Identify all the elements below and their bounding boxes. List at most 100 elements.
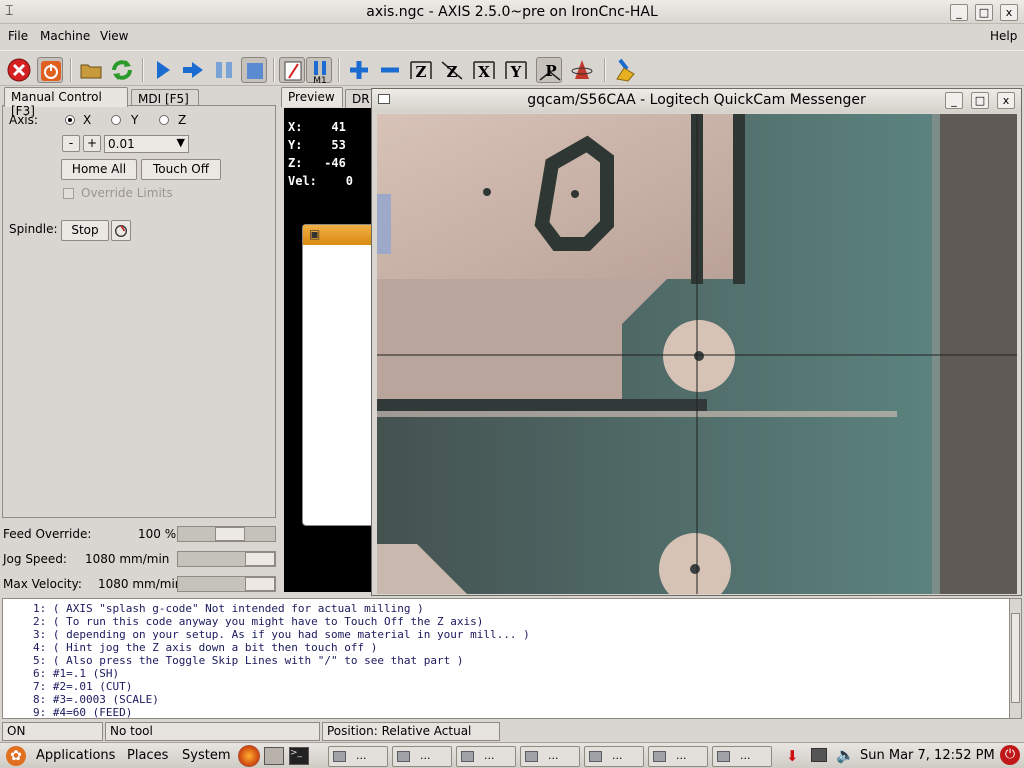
rotate-icon[interactable] bbox=[569, 57, 595, 83]
gcode-line: 3: ( depending on your setup. As if you … bbox=[33, 628, 530, 641]
task-button[interactable]: ... bbox=[712, 746, 772, 767]
menu-places[interactable]: Places bbox=[127, 748, 168, 763]
gnome-foot-icon: ✿ bbox=[6, 746, 26, 766]
touch-off-button[interactable]: Touch Off bbox=[141, 159, 221, 180]
menu-help[interactable]: Help bbox=[990, 29, 1017, 43]
background-dialog-titlebar: ▣ bbox=[303, 225, 375, 245]
clear-plot-icon[interactable] bbox=[612, 57, 638, 83]
camera-feed bbox=[377, 114, 1017, 594]
camera-window: gqcam/S56CAA - Logitech QuickCam Messeng… bbox=[371, 88, 1022, 596]
dro-z: Z: -46 bbox=[288, 156, 346, 170]
terminal-icon[interactable]: >_ bbox=[289, 747, 309, 765]
override-limits-checkbox[interactable] bbox=[63, 188, 74, 199]
reload-icon[interactable] bbox=[109, 57, 135, 83]
minimize-button[interactable]: _ bbox=[950, 4, 968, 21]
menu-applications[interactable]: Applications bbox=[36, 748, 115, 763]
menu-system[interactable]: System bbox=[182, 748, 230, 763]
jog-speed-slider[interactable] bbox=[177, 551, 276, 567]
gcode-line: 1: ( AXIS "splash g-code" Not intended f… bbox=[33, 602, 424, 615]
camera-window-menu-icon[interactable] bbox=[378, 94, 390, 104]
axis-z-label: Z bbox=[178, 113, 187, 127]
view-y-icon[interactable]: Y bbox=[503, 57, 529, 83]
clock[interactable]: Sun Mar 7, 12:52 PM bbox=[860, 748, 995, 763]
feed-override-label: Feed Override: bbox=[3, 527, 92, 541]
gcode-scrollbar-thumb[interactable] bbox=[1011, 613, 1020, 703]
shutdown-icon[interactable]: ⏻ bbox=[1000, 745, 1020, 765]
camera-icon: ▣ bbox=[309, 227, 321, 241]
pause-icon[interactable] bbox=[211, 57, 237, 83]
gcode-scrollbar[interactable] bbox=[1009, 599, 1021, 718]
title-bar: ⌶ axis.ngc - AXIS 2.5.0~pre on IronCnc-H… bbox=[0, 0, 1024, 24]
task-button[interactable]: ... bbox=[584, 746, 644, 767]
maximize-button[interactable]: □ bbox=[975, 4, 993, 21]
jog-speed-label: Jog Speed: bbox=[3, 552, 67, 566]
zoom-in-icon[interactable] bbox=[346, 57, 372, 83]
jog-minus-button[interactable]: - bbox=[62, 135, 80, 152]
camera-close-button[interactable]: x bbox=[997, 92, 1015, 109]
view-z-icon[interactable]: Z bbox=[408, 57, 434, 83]
svg-text:X: X bbox=[478, 63, 490, 81]
spindle-label: Spindle: bbox=[9, 222, 58, 236]
dro-y: Y: 53 bbox=[288, 138, 346, 152]
feed-override-slider[interactable] bbox=[177, 526, 276, 542]
jog-speed-thumb[interactable] bbox=[245, 552, 275, 566]
increment-select[interactable]: 0.01 ▼ bbox=[104, 135, 189, 153]
stop-icon[interactable] bbox=[241, 57, 267, 83]
position-status: Position: Relative Actual bbox=[322, 722, 500, 741]
taskbar: ✿ Applications Places System >_ ... ... … bbox=[0, 742, 1024, 768]
task-button[interactable]: ... bbox=[456, 746, 516, 767]
volume-icon[interactable]: 🔈 bbox=[836, 746, 855, 764]
axis-x-radio[interactable] bbox=[65, 115, 75, 125]
max-velocity-label: Max Velocity: bbox=[3, 577, 82, 591]
task-button[interactable]: ... bbox=[648, 746, 708, 767]
step-icon[interactable] bbox=[180, 57, 206, 83]
svg-text:Z: Z bbox=[447, 63, 458, 81]
gcode-line: 4: ( Hint jog the Z axis down a bit then… bbox=[33, 641, 378, 654]
max-velocity-slider[interactable] bbox=[177, 576, 276, 592]
zoom-out-icon[interactable] bbox=[377, 57, 403, 83]
jog-plus-button[interactable]: + bbox=[83, 135, 101, 152]
manual-control-panel: Axis: X Y Z - + 0.01 ▼ Home All Touch Of… bbox=[2, 105, 276, 518]
power-icon[interactable] bbox=[37, 57, 63, 83]
tab-preview[interactable]: Preview bbox=[281, 87, 343, 107]
tool-status: No tool bbox=[105, 722, 320, 741]
camera-minimize-button[interactable]: _ bbox=[945, 92, 963, 109]
gcode-line: 8: #3=.0003 (SCALE) bbox=[33, 693, 159, 706]
update-notifier-icon[interactable]: ⬇ bbox=[786, 747, 799, 765]
menu-view[interactable]: View bbox=[100, 29, 128, 43]
gcode-listing[interactable]: 1: ( AXIS "splash g-code" Not intended f… bbox=[2, 598, 1022, 719]
gcode-line: 9: #4=60 (FEED) bbox=[33, 706, 133, 719]
feed-override-thumb[interactable] bbox=[215, 527, 245, 541]
desktop-screen: { "window": {"title": "axis.ngc - AXIS 2… bbox=[0, 0, 1024, 768]
dro-vel: Vel: 0 bbox=[288, 174, 354, 188]
machine-state: ON bbox=[2, 722, 103, 741]
view-x-icon[interactable]: X bbox=[471, 57, 497, 83]
screenshot-launcher-icon[interactable] bbox=[264, 747, 284, 765]
network-icon[interactable] bbox=[811, 748, 827, 762]
axis-y-radio[interactable] bbox=[111, 115, 121, 125]
camera-maximize-button[interactable]: □ bbox=[971, 92, 989, 109]
run-icon[interactable] bbox=[150, 57, 176, 83]
axis-z-radio[interactable] bbox=[159, 115, 169, 125]
spindle-stop-button[interactable]: Stop bbox=[61, 220, 109, 241]
estop-icon[interactable] bbox=[6, 57, 32, 83]
override-limits-label: Override Limits bbox=[81, 186, 173, 200]
view-p-icon[interactable]: P bbox=[536, 57, 562, 83]
optional-stop-icon[interactable]: M1 bbox=[306, 57, 332, 86]
spindle-rotate-button[interactable] bbox=[111, 220, 131, 241]
menu-file[interactable]: File bbox=[8, 29, 28, 43]
home-all-button[interactable]: Home All bbox=[61, 159, 137, 180]
toolbar: M1 Z Z X Y P bbox=[0, 50, 1024, 86]
max-velocity-thumb[interactable] bbox=[245, 577, 275, 591]
firefox-icon[interactable] bbox=[238, 745, 260, 767]
menu-machine[interactable]: Machine bbox=[40, 29, 90, 43]
feed-override-value: 100 % bbox=[138, 527, 177, 541]
task-button[interactable]: ... bbox=[392, 746, 452, 767]
open-icon[interactable] bbox=[78, 57, 104, 83]
block-delete-icon[interactable] bbox=[279, 57, 305, 83]
close-button[interactable]: x bbox=[1000, 4, 1018, 21]
task-button[interactable]: ... bbox=[328, 746, 388, 767]
view-z2-icon[interactable]: Z bbox=[439, 57, 465, 83]
task-button[interactable]: ... bbox=[520, 746, 580, 767]
tab-manual-control[interactable]: Manual Control [F3] bbox=[4, 87, 128, 118]
